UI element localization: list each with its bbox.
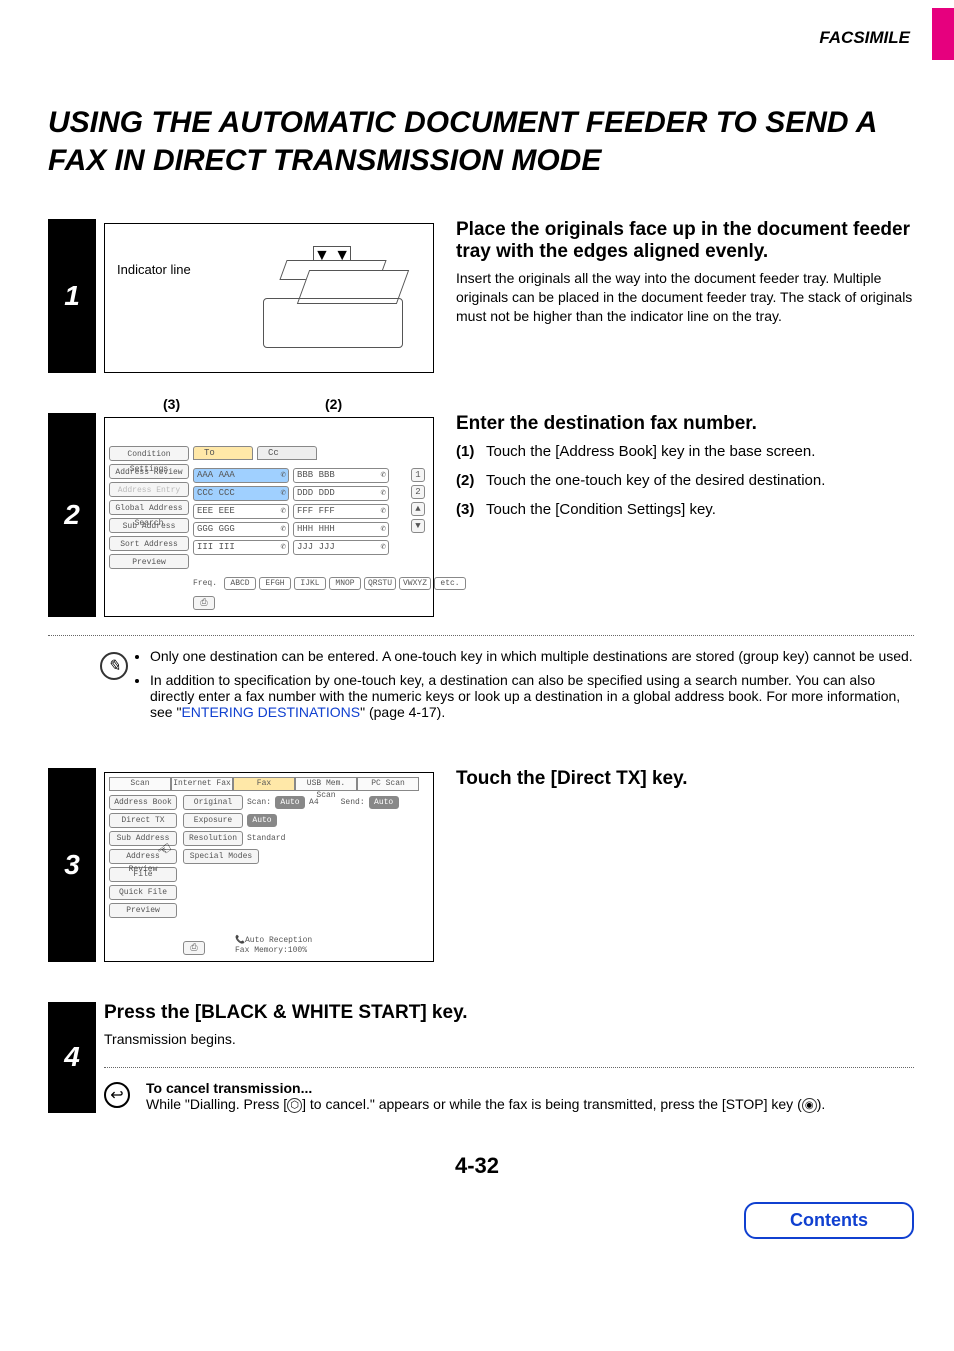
indicator-line-label: Indicator line	[117, 262, 191, 277]
preview-button[interactable]: Preview	[109, 554, 189, 569]
illustration-fax-screen: Scan Internet Fax Fax USB Mem. Scan PC S…	[104, 772, 434, 962]
section-color-tab	[932, 8, 954, 60]
one-touch-grid: AAA AAA✆ BBB BBB✆ CCC CCC✆ DDD DDD✆ EEE EE…	[193, 468, 389, 558]
stop-key-icon: ◉	[802, 1098, 817, 1113]
divider	[48, 635, 914, 636]
side-buttons: Condition Settings Address Review Addres…	[109, 446, 189, 572]
step-3: 3 Scan Internet Fax Fax USB Mem. Scan PC…	[48, 768, 954, 962]
fax-status: 📞Auto Reception Fax Memory:100%	[235, 936, 312, 955]
cc-tab[interactable]: Cc	[257, 446, 317, 460]
annotation-3: (3)	[163, 396, 180, 412]
step-number: 3	[48, 768, 96, 962]
freq-key[interactable]: QRSTU	[364, 577, 396, 590]
step-4: 4 Press the [BLACK & WHITE START] key. T…	[48, 1002, 954, 1113]
step2-substeps: (1)Touch the [Address Book] key in the b…	[456, 443, 914, 518]
freq-label: Freq.	[193, 579, 217, 588]
note-bullet: Only one destination can be entered. A o…	[150, 648, 914, 664]
contents-button[interactable]: Contents	[744, 1202, 914, 1239]
cancel-note: ↩ To cancel transmission... While "Diall…	[104, 1080, 914, 1113]
sub-address-button[interactable]: Sub Address	[109, 518, 189, 533]
note-bullet: In addition to specification by one-touc…	[150, 672, 914, 720]
stop-symbol-icon: ⬡	[287, 1098, 302, 1113]
freq-key[interactable]: ABCD	[224, 577, 256, 590]
to-tab[interactable]: To	[193, 446, 253, 460]
touch-key[interactable]: GGG GGG✆	[193, 522, 289, 537]
file-button[interactable]: File	[109, 867, 177, 882]
step3-heading: Touch the [Direct TX] key.	[456, 768, 914, 790]
step-2: 2 (3) (2) Condition Settings Address Rev…	[48, 413, 954, 617]
scan-auto: Auto	[275, 796, 305, 809]
printer-sketch: ▼ ▼	[255, 242, 415, 360]
touch-key[interactable]: FFF FFF✆	[293, 504, 389, 519]
step1-body: Insert the originals all the way into th…	[456, 269, 914, 326]
usb-mem-scan-tab[interactable]: USB Mem. Scan	[295, 777, 357, 791]
page-indicator: 1	[411, 468, 425, 482]
touch-key[interactable]: DDD DDD✆	[293, 486, 389, 501]
freq-key[interactable]: VWXYZ	[399, 577, 431, 590]
note-block-step2: ✎ Only one destination can be entered. A…	[0, 648, 954, 728]
address-book-button[interactable]: Address Book	[109, 795, 177, 810]
page-indicator: 2	[411, 485, 425, 499]
step1-heading: Place the originals face up in the docum…	[456, 219, 914, 263]
freq-row: Freq. ABCD EFGH IJKL MNOP QRSTU VWXYZ et…	[193, 577, 466, 590]
preview-icon-button[interactable]: ⎙	[193, 596, 215, 610]
section-header: FACSIMILE	[0, 0, 954, 48]
sort-address-button[interactable]: Sort Address	[109, 536, 189, 551]
pc-scan-tab[interactable]: PC Scan	[357, 777, 419, 791]
fax-tab[interactable]: Fax	[233, 777, 295, 791]
step-1: 1 Indicator line ▼ ▼ Place the originals…	[48, 219, 954, 373]
scroll-down-button[interactable]: ▼	[411, 519, 425, 533]
cancel-icon: ↩	[104, 1082, 130, 1108]
internet-fax-tab[interactable]: Internet Fax	[171, 777, 233, 791]
page-title: USING THE AUTOMATIC DOCUMENT FEEDER TO S…	[0, 68, 954, 179]
touch-key[interactable]: EEE EEE✆	[193, 504, 289, 519]
address-review-button[interactable]: Address Review	[109, 464, 189, 479]
cancel-body: While "Dialling. Press [⬡] to cancel." a…	[146, 1096, 825, 1113]
touch-key[interactable]: HHH HHH✆	[293, 522, 389, 537]
quick-file-button[interactable]: Quick File	[109, 885, 177, 900]
preview-icon-button[interactable]: ⎙	[183, 941, 205, 955]
condition-settings-button[interactable]: Condition Settings	[109, 446, 189, 461]
touch-key[interactable]: III III✆	[193, 540, 289, 555]
resolution-button[interactable]: Resolution	[183, 831, 243, 846]
step-number: 2	[48, 413, 96, 617]
exposure-value: Auto	[247, 814, 277, 827]
send-auto: Auto	[369, 796, 399, 809]
step4-body: Transmission begins.	[104, 1030, 914, 1049]
note-icon: ✎	[100, 652, 128, 680]
scan-tab[interactable]: Scan	[109, 777, 171, 791]
step4-heading: Press the [BLACK & WHITE START] key.	[104, 1002, 914, 1024]
freq-key[interactable]: etc.	[434, 577, 466, 590]
scroll-up-button[interactable]: ▲	[411, 502, 425, 516]
step-number: 4	[48, 1002, 96, 1113]
step-number: 1	[48, 219, 96, 373]
address-entry-button[interactable]: Address Entry	[109, 482, 189, 497]
preview-button[interactable]: Preview	[109, 903, 177, 918]
freq-key[interactable]: EFGH	[259, 577, 291, 590]
cancel-heading: To cancel transmission...	[146, 1080, 825, 1096]
touch-key[interactable]: CCC CCC✆	[193, 486, 289, 501]
special-modes-button[interactable]: Special Modes	[183, 849, 259, 864]
illustration-feeder: Indicator line ▼ ▼	[104, 223, 434, 373]
touch-key[interactable]: AAA AAA✆	[193, 468, 289, 483]
exposure-button[interactable]: Exposure	[183, 813, 243, 828]
entering-destinations-link[interactable]: ENTERING DESTINATIONS	[181, 704, 360, 720]
freq-key[interactable]: IJKL	[294, 577, 326, 590]
annotation-2: (2)	[325, 396, 342, 412]
page-number: 4-32	[0, 1153, 954, 1179]
original-button[interactable]: Original	[183, 795, 243, 810]
step2-heading: Enter the destination fax number.	[456, 413, 914, 435]
touch-key[interactable]: JJJ JJJ✆	[293, 540, 389, 555]
freq-key[interactable]: MNOP	[329, 577, 361, 590]
direct-tx-button[interactable]: Direct TX	[109, 813, 177, 828]
illustration-address-book: (3) (2) Condition Settings Address Revie…	[104, 417, 434, 617]
touch-key[interactable]: BBB BBB✆	[293, 468, 389, 483]
global-address-search-button[interactable]: Global Address Search	[109, 500, 189, 515]
